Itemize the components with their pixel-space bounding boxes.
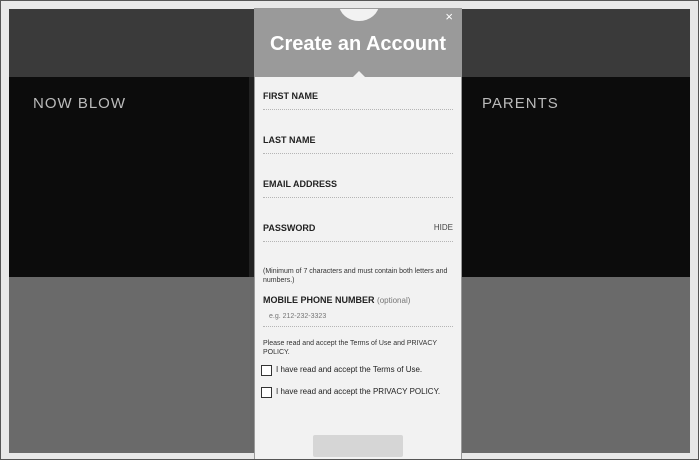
terms-checkbox-row[interactable]: I have read and accept the Terms of Use.	[261, 365, 457, 376]
background-heading-right: PARENTS	[482, 95, 559, 112]
close-icon[interactable]: ×	[445, 9, 453, 24]
terms-checkbox-label: I have read and accept the Terms of Use.	[276, 365, 423, 374]
background-panel-right: PARENTS	[460, 77, 690, 277]
privacy-checkbox-row[interactable]: I have read and accept the PRIVACY POLIC…	[261, 387, 457, 398]
phone-label-text: MOBILE PHONE NUMBER	[263, 295, 375, 305]
email-field[interactable]: EMAIL ADDRESS	[263, 171, 453, 198]
submit-button[interactable]	[313, 435, 403, 457]
header-logo-bump	[339, 9, 379, 21]
header-notch	[351, 71, 367, 79]
background-panel-left: NOW BLOW	[9, 77, 249, 277]
email-label: EMAIL ADDRESS	[263, 179, 338, 189]
terms-checkbox[interactable]	[261, 365, 272, 376]
password-label: PASSWORD	[263, 223, 316, 233]
password-requirements-note: (Minimum of 7 characters and must contai…	[263, 268, 448, 284]
password-field[interactable]: PASSWORD HIDE	[263, 215, 453, 242]
last-name-field[interactable]: LAST NAME	[263, 127, 453, 154]
last-name-label: LAST NAME	[263, 135, 316, 145]
privacy-checkbox[interactable]	[261, 387, 272, 398]
create-account-modal: × Create an Account FIRST NAME LAST NAME…	[255, 9, 461, 459]
phone-input[interactable]	[263, 307, 453, 327]
privacy-checkbox-label: I have read and accept the PRIVACY POLIC…	[276, 387, 441, 396]
screenshot-frame: NOW BLOW S PARENTS × Create an Account F…	[0, 0, 699, 460]
terms-instructions: Please read and accept the Terms of Use …	[263, 340, 437, 356]
hide-password-button[interactable]: HIDE	[434, 223, 453, 232]
phone-label: MOBILE PHONE NUMBER (optional)	[263, 295, 410, 305]
phone-optional-tag: (optional)	[377, 296, 411, 305]
modal-header: × Create an Account	[255, 9, 461, 79]
first-name-label: FIRST NAME	[263, 91, 318, 101]
modal-title: Create an Account	[270, 33, 446, 55]
background-heading-left: NOW BLOW	[33, 95, 126, 112]
first-name-field[interactable]: FIRST NAME	[263, 83, 453, 110]
